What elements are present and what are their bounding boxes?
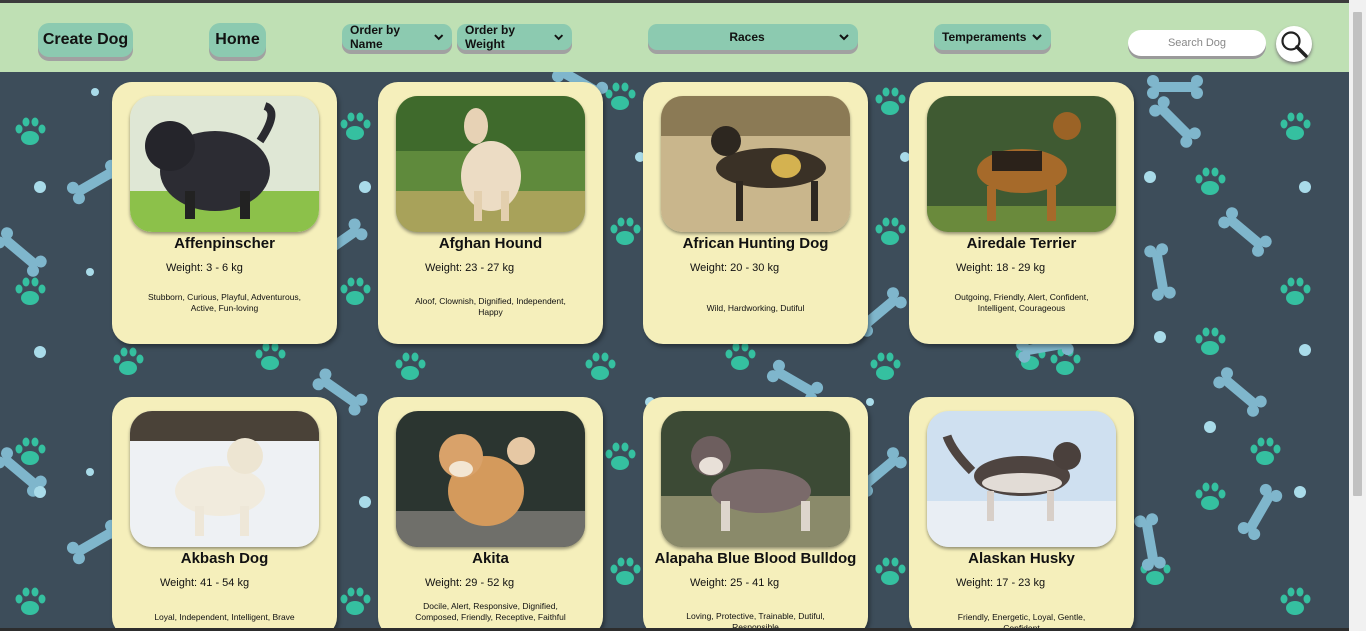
search-placeholder: Search Dog	[1167, 37, 1227, 49]
chevron-down-icon	[433, 34, 443, 41]
dog-weight: Weight: 29 - 52 kg	[425, 577, 515, 589]
dog-weight: Weight: 18 - 29 kg	[956, 262, 1046, 274]
dog-name: Akbash Dog	[180, 550, 269, 567]
dog-temperament: Docile, Alert, Responsive, Dignified, Co…	[415, 601, 566, 622]
order-by-name-select[interactable]: Order by Name	[342, 23, 452, 51]
dog-weight: Weight: 20 - 30 kg	[690, 262, 780, 274]
races-select[interactable]: Races	[648, 24, 858, 50]
chevron-down-icon	[1032, 34, 1042, 41]
top-navbar: Create Dog Home Order by Name Order by W…	[0, 0, 1349, 72]
dog-card[interactable]: Alaskan Husky Weight: 17 - 23 kg Friendl…	[909, 397, 1134, 631]
dog-card[interactable]: Affenpinscher Weight: 3 - 6 kg Stubborn,…	[112, 82, 337, 344]
dog-weight: Weight: 25 - 41 kg	[690, 577, 780, 589]
dog-weight: Weight: 23 - 27 kg	[425, 262, 515, 274]
vertical-scrollbar[interactable]	[1349, 0, 1366, 631]
dog-name: Afghan Hound	[438, 235, 543, 252]
dog-card[interactable]: Afghan Hound Weight: 23 - 27 kg Aloof, C…	[378, 82, 603, 344]
dog-image	[927, 96, 1116, 232]
dog-image	[661, 96, 850, 232]
dog-image	[130, 96, 319, 232]
dog-image	[396, 96, 585, 232]
search-input[interactable]: Search Dog	[1128, 30, 1266, 56]
chevron-down-icon	[839, 34, 849, 41]
search-button[interactable]	[1276, 26, 1312, 62]
order-by-weight-label: Order by Weight	[465, 23, 516, 51]
dog-weight: Weight: 41 - 54 kg	[160, 577, 250, 589]
dog-card[interactable]: Akita Weight: 29 - 52 kg Docile, Alert, …	[378, 397, 603, 631]
dog-card[interactable]: Airedale Terrier Weight: 18 - 29 kg Outg…	[909, 82, 1134, 344]
dog-name: Alapaha Blue Blood Bulldog	[654, 550, 857, 567]
dog-card[interactable]: Alapaha Blue Blood Bulldog Weight: 25 - …	[643, 397, 868, 631]
magnifier-icon	[1281, 31, 1308, 58]
scrollbar-thumb[interactable]	[1353, 12, 1362, 496]
dog-name: African Hunting Dog	[682, 235, 829, 252]
dog-weight: Weight: 17 - 23 kg	[956, 577, 1046, 589]
dog-image	[396, 411, 585, 547]
create-dog-button[interactable]: Create Dog	[38, 23, 133, 57]
dog-name: Affenpinscher	[174, 235, 275, 252]
dog-card[interactable]: Akbash Dog Weight: 41 - 54 kg Loyal, Ind…	[112, 397, 337, 631]
temperaments-label: Temperaments	[942, 30, 1027, 44]
dog-image	[130, 411, 319, 547]
dog-temperament: Wild, Hardworking, Dutiful	[706, 303, 805, 313]
dog-card[interactable]: African Hunting Dog Weight: 20 - 30 kg W…	[643, 82, 868, 344]
dog-name: Akita	[472, 550, 509, 567]
dog-temperament: Aloof, Clownish, Dignified, Independent,…	[415, 296, 566, 317]
temperaments-select[interactable]: Temperaments	[934, 24, 1051, 50]
dog-image	[661, 411, 850, 547]
dog-temperament: Outgoing, Friendly, Alert, Confident, In…	[954, 292, 1089, 313]
order-by-name-label: Order by Name	[350, 23, 401, 51]
dog-image	[927, 411, 1116, 547]
dog-name: Alaskan Husky	[968, 550, 1075, 567]
dog-weight: Weight: 3 - 6 kg	[166, 262, 243, 274]
dog-name: Airedale Terrier	[966, 235, 1077, 252]
order-by-weight-select[interactable]: Order by Weight	[457, 23, 572, 51]
dog-temperament: Stubborn, Curious, Playful, Adventurous,…	[147, 292, 302, 313]
chevron-down-icon	[553, 34, 563, 41]
races-label: Races	[729, 30, 765, 44]
dog-temperament: Loyal, Independent, Intelligent, Brave	[154, 612, 295, 622]
home-button[interactable]: Home	[209, 23, 266, 57]
